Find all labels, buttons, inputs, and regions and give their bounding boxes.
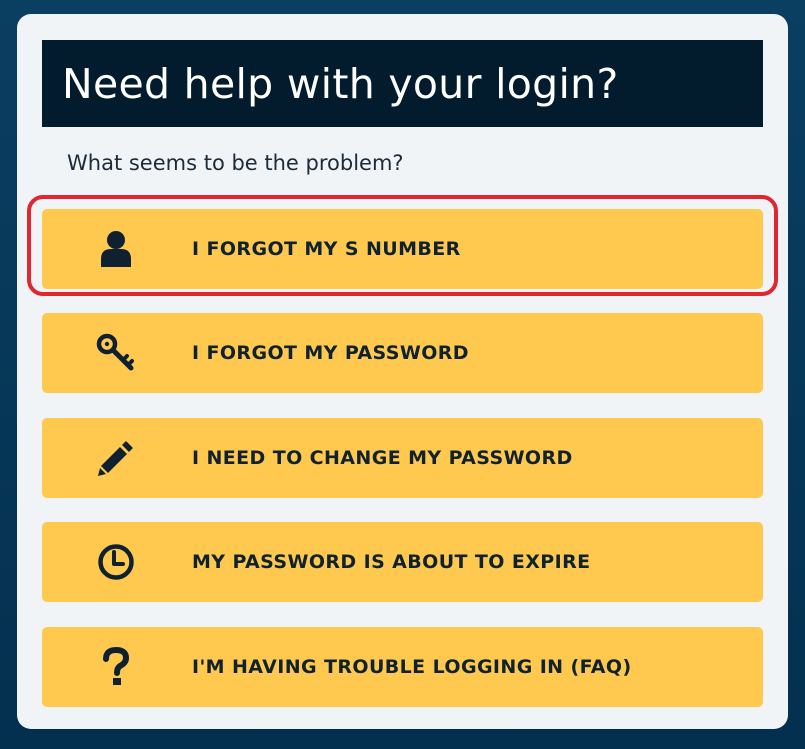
page-title: Need help with your login?	[62, 59, 619, 108]
user-icon	[96, 229, 136, 269]
problem-prompt: What seems to be the problem?	[67, 151, 404, 175]
pencil-icon	[96, 438, 136, 478]
question-icon	[96, 647, 136, 687]
header-bar: Need help with your login?	[42, 40, 763, 127]
option-label: MY PASSWORD IS ABOUT TO EXPIRE	[192, 551, 591, 573]
login-help-card: Need help with your login? What seems to…	[17, 14, 788, 729]
trouble-logging-in-faq-button[interactable]: I'M HAVING TROUBLE LOGGING IN (FAQ)	[42, 627, 763, 707]
key-icon	[96, 333, 136, 373]
forgot-password-button[interactable]: I FORGOT MY PASSWORD	[42, 313, 763, 393]
option-label: I'M HAVING TROUBLE LOGGING IN (FAQ)	[192, 656, 632, 678]
password-expire-button[interactable]: MY PASSWORD IS ABOUT TO EXPIRE	[42, 522, 763, 602]
clock-icon	[96, 542, 136, 582]
forgot-s-number-button[interactable]: I FORGOT MY S NUMBER	[42, 209, 763, 289]
option-label: I FORGOT MY PASSWORD	[192, 342, 469, 364]
option-label: I NEED TO CHANGE MY PASSWORD	[192, 447, 573, 469]
option-label: I FORGOT MY S NUMBER	[192, 238, 461, 260]
change-password-button[interactable]: I NEED TO CHANGE MY PASSWORD	[42, 418, 763, 498]
